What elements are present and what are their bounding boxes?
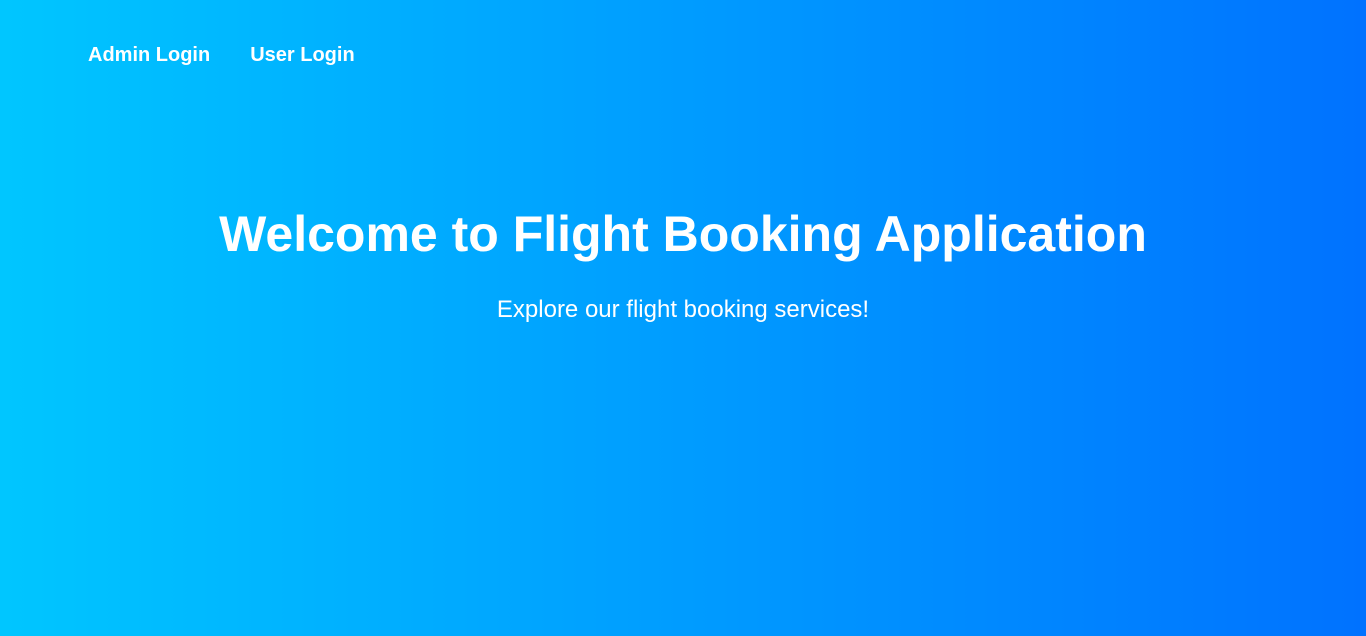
hero-section: Welcome to Flight Booking Application Ex… [0, 204, 1366, 324]
page-subtitle: Explore our flight booking services! [496, 296, 870, 323]
top-nav: Admin Login User Login [88, 44, 355, 66]
admin-login-link[interactable]: Admin Login [88, 44, 210, 66]
user-login-link[interactable]: User Login [250, 44, 354, 66]
page-title: Welcome to Flight Booking Application [219, 206, 1147, 262]
page: { "nav": { "items": [ { "label": "Admin … [0, 0, 1366, 636]
